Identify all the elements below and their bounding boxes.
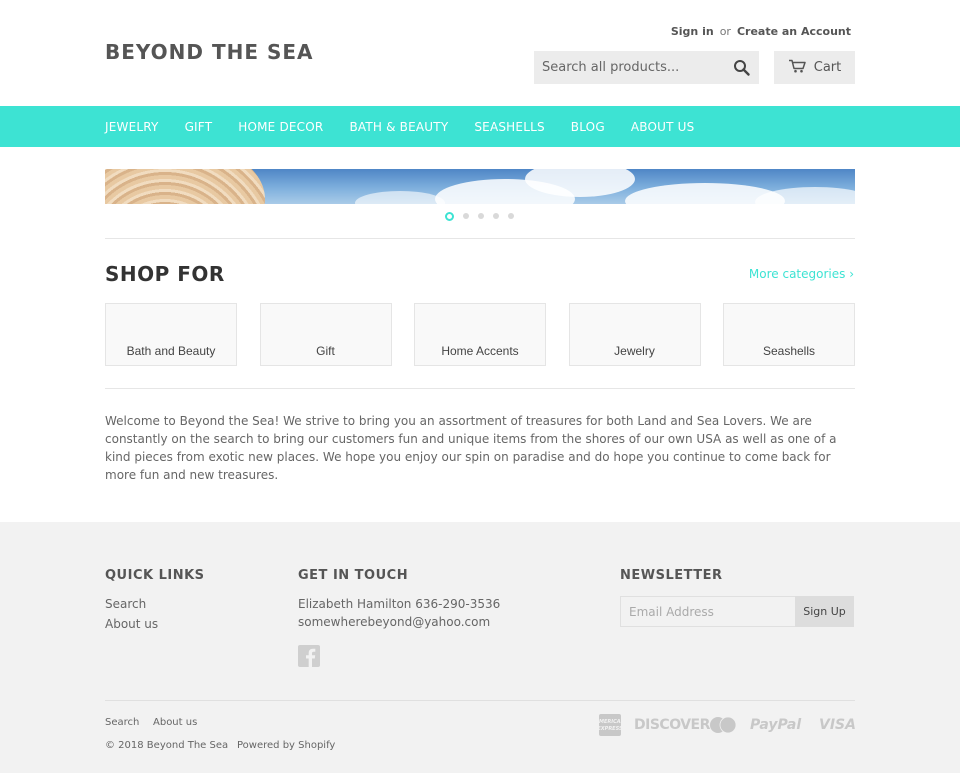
nav-item-seashells[interactable]: SEASHELLS bbox=[474, 120, 544, 134]
site-footer: QUICK LINKS Search About us GET IN TOUCH… bbox=[0, 522, 960, 773]
footer-link-search[interactable]: Search bbox=[105, 597, 146, 611]
search-icon[interactable] bbox=[733, 59, 751, 77]
seashell-graphic bbox=[105, 169, 265, 204]
search-form bbox=[534, 51, 759, 84]
search-input[interactable] bbox=[534, 51, 724, 84]
or-separator: or bbox=[719, 25, 731, 38]
divider bbox=[105, 238, 855, 239]
category-card-seashells[interactable]: Seashells bbox=[723, 303, 855, 366]
category-grid: Bath and Beauty Gift Home Accents Jewelr… bbox=[105, 303, 855, 366]
welcome-text: Welcome to Beyond the Sea! We strive to … bbox=[105, 414, 837, 482]
category-label: Jewelry bbox=[614, 344, 655, 358]
category-label: Bath and Beauty bbox=[126, 344, 216, 358]
newsletter-email-input[interactable] bbox=[621, 597, 796, 626]
cart-label: Cart bbox=[813, 60, 842, 75]
paypal-icon: PayPal bbox=[750, 717, 802, 733]
newsletter-signup-button[interactable]: Sign Up bbox=[795, 596, 854, 627]
visa-icon: VISA bbox=[819, 717, 856, 733]
powered-by-shopify-link[interactable]: Powered by Shopify bbox=[237, 740, 335, 751]
slideshow-dots bbox=[445, 211, 514, 221]
hero-slide-image[interactable] bbox=[105, 169, 855, 204]
slide-dot-4[interactable] bbox=[493, 213, 499, 219]
contact-email[interactable]: somewherebeyond@yahoo.com bbox=[298, 615, 490, 629]
slide-dot-3[interactable] bbox=[478, 213, 484, 219]
slide-dot-2[interactable] bbox=[463, 213, 469, 219]
contact-name-phone: Elizabeth Hamilton 636-290-3536 bbox=[298, 597, 501, 611]
quick-links-heading: QUICK LINKS bbox=[105, 568, 205, 583]
discover-icon: DISCOVER bbox=[634, 717, 710, 733]
category-label: Gift bbox=[316, 344, 335, 358]
category-label: Home Accents bbox=[441, 344, 519, 358]
category-card-gift[interactable]: Gift bbox=[259, 303, 392, 366]
cart-button[interactable]: Cart bbox=[774, 51, 855, 84]
site-logo[interactable]: BEYOND THE SEA bbox=[105, 40, 314, 64]
nav-item-about-us[interactable]: ABOUT US bbox=[631, 120, 695, 134]
newsletter-heading: NEWSLETTER bbox=[620, 568, 723, 583]
copyright-text: © 2018 Beyond The Sea bbox=[105, 740, 229, 751]
slide-dot-5[interactable] bbox=[508, 213, 514, 219]
nav-item-jewelry[interactable]: JEWELRY bbox=[105, 120, 159, 134]
nav-item-blog[interactable]: BLOG bbox=[571, 120, 605, 134]
category-card-jewelry[interactable]: Jewelry bbox=[568, 303, 701, 366]
cart-icon bbox=[788, 59, 806, 77]
main-nav: JEWELRY GIFT HOME DECOR BATH & BEAUTY SE… bbox=[0, 106, 960, 147]
svg-text:EXPRESS: EXPRESS bbox=[599, 726, 621, 732]
footer-bottom-link-about-us[interactable]: About us bbox=[153, 717, 197, 728]
sign-in-link[interactable]: Sign in bbox=[671, 25, 714, 38]
newsletter-email-wrapper bbox=[620, 596, 796, 627]
more-categories-link[interactable]: More categories › bbox=[749, 267, 854, 281]
footer-bottom-link-search[interactable]: Search bbox=[105, 717, 139, 728]
nav-item-gift[interactable]: GIFT bbox=[185, 120, 213, 134]
footer-divider bbox=[105, 700, 855, 701]
site-header: BEYOND THE SEA Sign in or Create an Accoun… bbox=[0, 0, 960, 106]
category-label: Seashells bbox=[762, 344, 816, 358]
account-links: Sign in or Create an Account bbox=[671, 25, 851, 38]
nav-item-home-decor[interactable]: HOME DECOR bbox=[238, 120, 323, 134]
footer-link-about-us[interactable]: About us bbox=[105, 617, 158, 631]
divider bbox=[105, 388, 855, 389]
category-card-home-accents[interactable]: Home Accents bbox=[414, 303, 546, 366]
create-account-link[interactable]: Create an Account bbox=[737, 25, 851, 38]
american-express-icon: AMERICANEXPRESS bbox=[599, 714, 621, 736]
slide-dot-1[interactable] bbox=[445, 211, 454, 221]
nav-item-bath-beauty[interactable]: BATH & BEAUTY bbox=[349, 120, 448, 134]
facebook-icon[interactable] bbox=[298, 645, 320, 667]
category-card-bath-beauty[interactable]: Bath and Beauty bbox=[105, 303, 237, 366]
shop-for-heading: SHOP FOR bbox=[105, 262, 225, 286]
mastercard-icon bbox=[709, 714, 737, 736]
svg-text:AMERICAN: AMERICAN bbox=[599, 719, 621, 725]
get-in-touch-heading: GET IN TOUCH bbox=[298, 568, 409, 583]
